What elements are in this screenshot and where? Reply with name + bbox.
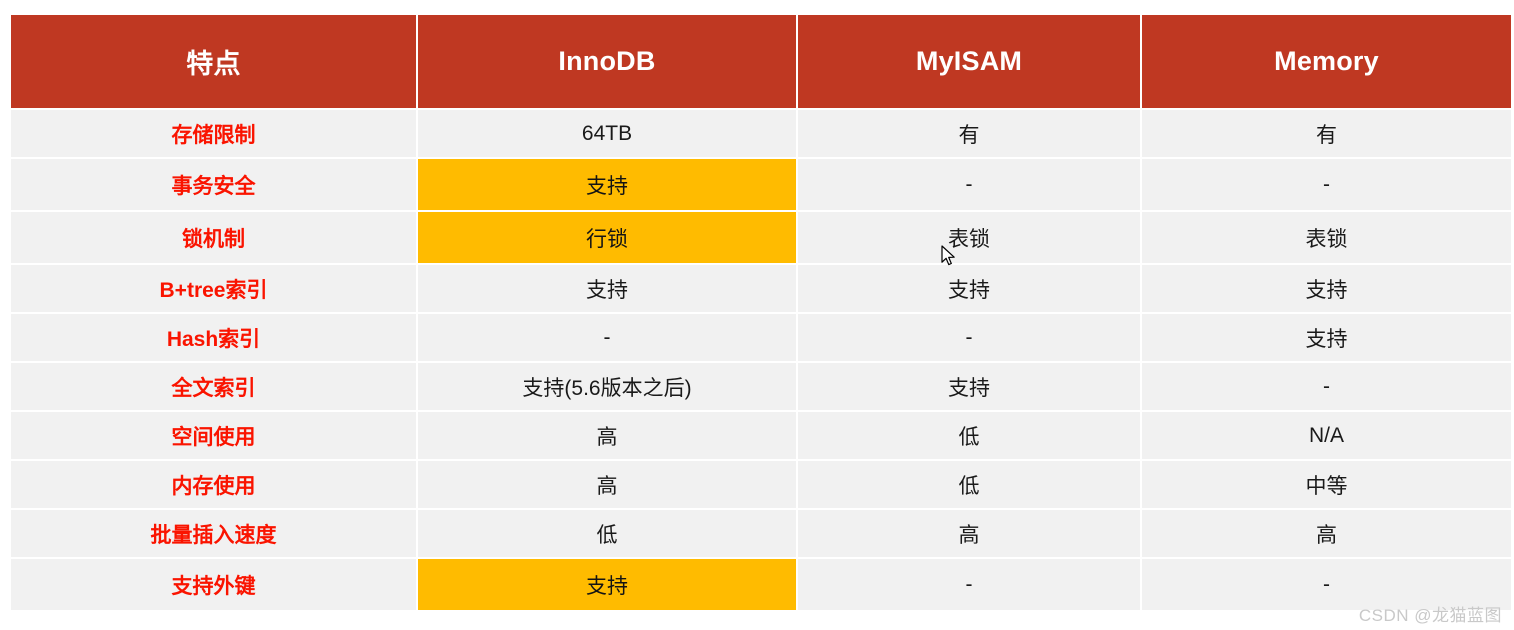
cell-feature: 空间使用 — [11, 412, 416, 459]
table-row: 支持外键 支持 - - — [11, 559, 1511, 610]
table-row: B+tree索引 支持 支持 支持 — [11, 265, 1511, 312]
table-row: 空间使用高低 N/A — [11, 412, 1511, 459]
column-header-feature: 特点 — [11, 15, 416, 108]
table-body: 存储限制 64TB 有有事务安全 支持 - - 锁机制 行锁 表锁 表锁 B+tree索引 支持 支持支… — [11, 110, 1511, 610]
column-header-innodb: InnoDB — [418, 15, 796, 108]
cell-memory: 中等 — [1142, 461, 1511, 508]
cell-feature: Hash索引 — [11, 314, 416, 361]
cell-myisam: 支持 — [798, 363, 1140, 410]
table-header-row: 特点 InnoDB MyISAM Memory — [11, 15, 1511, 108]
cell-feature: 支持外键 — [11, 559, 416, 610]
cell-feature: 全文索引 — [11, 363, 416, 410]
cell-feature: 事务安全 — [11, 159, 416, 210]
cell-memory: 有 — [1142, 110, 1511, 157]
cell-myisam: 表锁 — [798, 212, 1140, 263]
cell-myisam: - — [798, 559, 1140, 610]
cell-feature: 存储限制 — [11, 110, 416, 157]
cell-myisam: 支持 — [798, 265, 1140, 312]
comparison-table-container: 特点 InnoDB MyISAM Memory 存储限制 64TB 有有事务安全 支持… — [9, 13, 1511, 617]
cell-feature: B+tree索引 — [11, 265, 416, 312]
cell-myisam: 低 — [798, 461, 1140, 508]
cell-innodb: - — [418, 314, 796, 361]
table-row: 锁机制 行锁 表锁 表锁 — [11, 212, 1511, 263]
table-row: Hash索引 - - 支持 — [11, 314, 1511, 361]
cell-innodb: 支持 — [418, 159, 796, 210]
table-row: 事务安全 支持 - - — [11, 159, 1511, 210]
storage-engine-comparison-table: 特点 InnoDB MyISAM Memory 存储限制 64TB 有有事务安全 支持… — [9, 13, 1513, 612]
cell-innodb: 支持 — [418, 559, 796, 610]
cell-myisam: 低 — [798, 412, 1140, 459]
table-row: 全文索引 支持(5.6版本之后) 支持 - — [11, 363, 1511, 410]
cell-innodb: 低 — [418, 510, 796, 557]
cell-innodb: 高 — [418, 412, 796, 459]
cell-memory: 支持 — [1142, 265, 1511, 312]
table-row: 内存使用高低中等 — [11, 461, 1511, 508]
cell-feature: 内存使用 — [11, 461, 416, 508]
column-header-memory: Memory — [1142, 15, 1511, 108]
cell-innodb: 支持 — [418, 265, 796, 312]
cell-myisam: - — [798, 314, 1140, 361]
cell-memory: - — [1142, 363, 1511, 410]
cell-memory: N/A — [1142, 412, 1511, 459]
cell-memory: - — [1142, 559, 1511, 610]
cell-memory: - — [1142, 159, 1511, 210]
table-header: 特点 InnoDB MyISAM Memory — [11, 15, 1511, 108]
column-header-myisam: MyISAM — [798, 15, 1140, 108]
cell-memory: 高 — [1142, 510, 1511, 557]
table-row: 批量插入速度低高高 — [11, 510, 1511, 557]
cell-memory: 表锁 — [1142, 212, 1511, 263]
cell-myisam: 有 — [798, 110, 1140, 157]
cell-feature: 批量插入速度 — [11, 510, 416, 557]
cell-innodb: 高 — [418, 461, 796, 508]
table-row: 存储限制 64TB 有有 — [11, 110, 1511, 157]
cell-innodb: 64TB — [418, 110, 796, 157]
cell-memory: 支持 — [1142, 314, 1511, 361]
cell-innodb: 行锁 — [418, 212, 796, 263]
cell-myisam: 高 — [798, 510, 1140, 557]
cell-feature: 锁机制 — [11, 212, 416, 263]
cell-myisam: - — [798, 159, 1140, 210]
cell-innodb: 支持(5.6版本之后) — [418, 363, 796, 410]
